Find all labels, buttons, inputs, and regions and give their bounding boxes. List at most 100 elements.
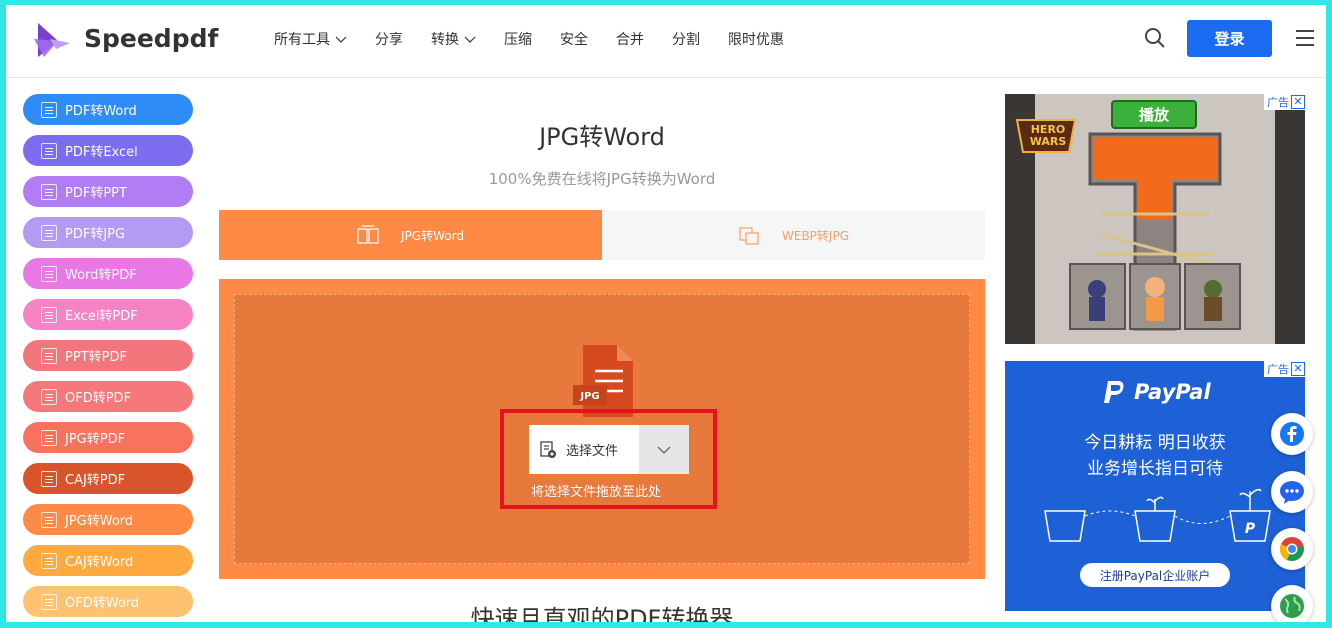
sidebar-item[interactable]: PPT转PDF [23,340,193,371]
ad-headline-2: 业务增长指日可待 [1087,459,1223,479]
chevron-down-icon [335,36,347,43]
sidebar-item[interactable]: PDF转PPT [23,176,193,207]
login-button[interactable]: 登录 [1187,20,1272,57]
sidebar-item-label: OFD转PDF [65,391,132,406]
document-icon [41,593,57,610]
chat-share-button[interactable] [1271,471,1313,513]
document-icon [41,388,57,405]
paypal-ad[interactable]: PayPal 今日耕耘 明日收获 业务增长指日可待 P 注册PayPal企业账户… [1005,361,1305,611]
jpg-file-icon: JPG [573,345,633,417]
document-icon [41,101,57,118]
play-button[interactable]: 播放 [1111,100,1197,129]
sidebar-item[interactable]: PDF转Excel [23,135,193,166]
document-icon [41,511,57,528]
nav-label: 压缩 [504,32,532,48]
sidebar-item-label: PDF转JPG [65,227,126,242]
globe-icon [1280,594,1304,618]
nav-label: 安全 [560,32,588,48]
ad-label[interactable]: 广告 ✕ [1264,361,1305,377]
nav-all-tools[interactable]: 所有工具 [274,29,347,49]
choose-source-dropdown[interactable] [639,425,689,474]
sidebar-item[interactable]: CAJ转PDF [23,463,193,494]
nav-convert[interactable]: 转换 [431,29,476,49]
sidebar-item[interactable]: PDF转JPG [23,217,193,248]
sidebar-item-label: Word转PDF [65,268,137,283]
sidebar-item-label: JPG转Word [65,514,134,529]
choose-file-button[interactable]: 选择文件 [529,425,639,474]
document-icon [41,429,57,446]
sidebar-item-label: PDF转Excel [65,145,138,160]
document-icon [41,224,57,241]
document-icon [41,552,57,569]
close-icon[interactable]: ✕ [1291,95,1305,109]
sidebar-item-label: PPT转PDF [65,350,127,365]
sidebar-item[interactable]: OFD转PDF [23,381,193,412]
document-icon [41,142,57,159]
sidebar-item[interactable]: Word转PDF [23,258,193,289]
facebook-icon [1280,422,1304,446]
choose-file-label: 选择文件 [566,444,619,459]
file-badge: JPG [579,391,599,402]
document-icon [41,265,57,282]
nav-compress[interactable]: 压缩 [504,29,532,49]
image-document-icon [357,225,379,244]
hero-wars-logo-text: HERO WARS [1029,123,1067,148]
main-nav: 所有工具 分享 转换 压缩 安全 合并 分割 限时优惠 [274,29,812,49]
sidebar-item-label: CAJ转PDF [65,473,126,488]
ad-headline-1: 今日耕耘 明日收获 [1084,433,1226,453]
tab-label: WEBP转JPG [782,228,849,243]
sidebar-item-label: JPG转PDF [65,432,126,447]
brand-name[interactable]: Speedpdf [84,24,218,53]
page: Speedpdf 所有工具 分享 转换 压缩 安全 合并 分割 限时优惠 登录 … [6,5,1326,622]
nav-label: 转换 [431,32,459,48]
nav-split[interactable]: 分割 [672,29,700,49]
page-title: JPG转Word [539,123,665,151]
page-subtitle: 100%免费在线将JPG转换为Word [488,170,716,188]
tab-label: JPG转Word [401,228,464,243]
game-ad[interactable]: HERO WARS 播放 广告 ✕ [1005,94,1305,344]
converter-tabs: JPG转Word WEBP转JPG [219,210,985,260]
tool-sidebar: PDF转Word PDF转Excel PDF转PPT PDF转JPG Word转PDF E… [23,94,193,622]
file-add-icon [540,440,556,458]
speedpdf-logo[interactable] [28,17,72,61]
nav-label: 分割 [672,32,700,48]
ad-label[interactable]: 广告 ✕ [1264,94,1305,110]
nav-label: 限时优惠 [728,32,784,48]
chrome-share-button[interactable] [1271,528,1313,570]
sidebar-item[interactable]: JPG转Word [23,504,193,535]
ad-tag-text: 广告 [1267,97,1289,109]
sidebar-item-label: PDF转Word [65,104,137,119]
sidebar-item[interactable]: JPG转PDF [23,422,193,453]
sidebar-item-label: PDF转PPT [65,186,127,201]
document-icon [41,183,57,200]
document-icon [41,347,57,364]
chevron-down-icon [464,36,476,43]
nav-label: 分享 [375,32,403,48]
tab-jpg-to-word[interactable]: JPG转Word [219,210,602,260]
svg-text:P: P [1245,521,1256,537]
paypal-signup-button[interactable]: 注册PayPal企业账户 [1080,563,1230,587]
chat-icon [1280,481,1304,504]
hamburger-menu-icon[interactable] [1295,29,1315,47]
nav-promo[interactable]: 限时优惠 [728,29,784,49]
nav-security[interactable]: 安全 [560,29,588,49]
nav-label: 合并 [616,32,644,48]
sidebar-item[interactable]: OFD转Word [23,586,193,617]
ad-tag-text: 广告 [1267,364,1289,376]
search-icon[interactable] [1144,27,1166,49]
nav-share[interactable]: 分享 [375,29,403,49]
drop-zone[interactable]: JPG 选择文件 将选择文件拖放至此处 [234,294,970,564]
globe-share-button[interactable] [1271,585,1313,622]
section-heading: 快速且直观的PDF转换器 [470,605,734,622]
tab-webp-to-jpg[interactable]: WEBP转JPG [602,210,985,260]
paypal-logo: PayPal [1103,379,1211,405]
sidebar-item[interactable]: CAJ转Word [23,545,193,576]
close-icon[interactable]: ✕ [1291,362,1305,376]
facebook-share-button[interactable] [1271,413,1313,455]
sidebar-item-label: Excel转PDF [65,309,138,324]
nav-label: 所有工具 [274,32,330,48]
nav-merge[interactable]: 合并 [616,29,644,49]
sidebar-item[interactable]: PDF转Word [23,94,193,125]
upload-area: JPG 选择文件 将选择文件拖放至此处 [219,279,985,579]
sidebar-item[interactable]: Excel转PDF [23,299,193,330]
